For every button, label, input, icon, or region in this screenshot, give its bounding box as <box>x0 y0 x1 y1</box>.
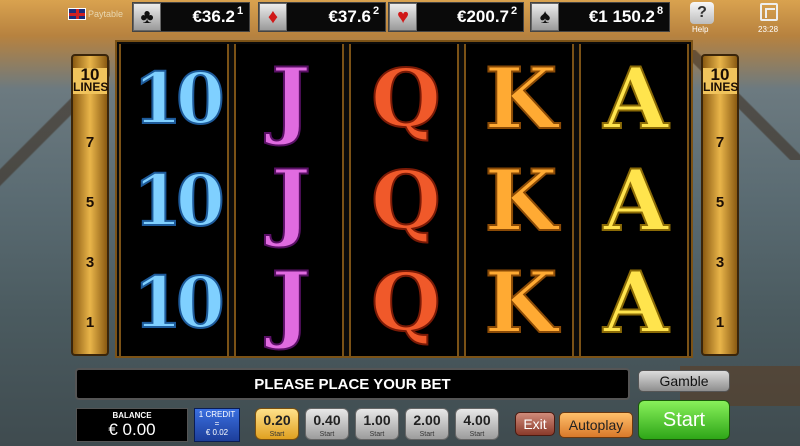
jackpot-amount: €1 150.2 <box>588 7 655 26</box>
jackpot-heart: ♥ €200.7 2 <box>388 2 524 32</box>
bet-button-2-00[interactable]: 2.00 Start <box>405 408 449 440</box>
club-icon: ♣ <box>133 3 161 31</box>
jackpot-level: 8 <box>657 5 664 17</box>
gamble-button[interactable]: Gamble <box>638 370 730 392</box>
symbol-ten: 10 <box>132 56 225 141</box>
reel-area: 10 10 10 J J J Q Q Q K K K A A A <box>115 40 693 358</box>
bet-button-0-20[interactable]: 0.20 Start <box>255 408 299 440</box>
payline-indicator-left: 10 LINES 7 5 3 1 <box>71 54 109 356</box>
reel-3: Q Q Q <box>349 44 459 356</box>
jackpot-diamond: ♦ €37.6 2 <box>258 2 386 32</box>
payline-number[interactable]: 5 <box>703 194 737 211</box>
clock: 23:28 <box>758 25 779 34</box>
payline-number[interactable]: 7 <box>73 134 107 151</box>
payline-number[interactable]: 3 <box>73 254 107 271</box>
jackpot-amount: €37.6 <box>328 7 371 26</box>
symbol-king: K <box>483 150 558 251</box>
jackpot-level: 2 <box>511 5 518 17</box>
jackpot-level: 2 <box>373 5 380 17</box>
balance-display: BALANCE € 0.00 <box>76 408 188 442</box>
top-bar: Paytable ♣ €36.2 1 ♦ €37.6 2 ♥ €200.7 2 … <box>0 0 800 34</box>
payline-number[interactable]: 1 <box>703 314 737 331</box>
payline-number[interactable]: 5 <box>73 194 107 211</box>
symbol-ace: A <box>602 150 669 251</box>
help-button[interactable]: ? <box>690 2 714 24</box>
symbol-queen: Q <box>370 50 442 146</box>
reel-4: K K K <box>464 44 574 356</box>
symbol-queen: Q <box>370 254 442 350</box>
payline-number[interactable]: 7 <box>703 134 737 151</box>
symbol-ace: A <box>602 252 669 353</box>
balance-value: € 0.00 <box>108 420 156 439</box>
symbol-queen: Q <box>370 152 442 248</box>
symbol-jack: J <box>270 48 312 149</box>
uk-flag-icon[interactable] <box>68 8 86 20</box>
heart-icon: ♥ <box>389 3 417 31</box>
jackpot-amount: €200.7 <box>457 7 509 26</box>
payline-indicator-right: 10 LINES 7 5 3 1 <box>701 54 739 356</box>
spade-icon: ♠ <box>531 3 559 31</box>
bet-button-4-00[interactable]: 4.00 Start <box>455 408 499 440</box>
payline-number[interactable]: 1 <box>73 314 107 331</box>
symbol-king: K <box>483 48 558 149</box>
help-label: Help <box>692 25 709 34</box>
symbol-ace: A <box>602 48 669 149</box>
jackpot-spade: ♠ €1 150.2 8 <box>530 2 670 32</box>
symbol-king: K <box>483 252 558 353</box>
start-button[interactable]: Start <box>638 400 730 440</box>
balance-label: BALANCE <box>112 411 152 420</box>
symbol-ten: 10 <box>132 260 225 345</box>
lines-badge[interactable]: 10 LINES <box>703 66 738 94</box>
reel-1: 10 10 10 <box>119 44 229 356</box>
autoplay-button[interactable]: Autoplay <box>559 412 633 438</box>
reel-2: J J J <box>234 44 344 356</box>
jackpot-club: ♣ €36.2 1 <box>132 2 250 32</box>
symbol-jack: J <box>270 150 312 251</box>
reel-5: A A A <box>579 44 689 356</box>
exit-button[interactable]: Exit <box>515 412 555 436</box>
paytable-link[interactable]: Paytable <box>88 9 123 19</box>
payline-number[interactable]: 3 <box>703 254 737 271</box>
symbol-ten: 10 <box>132 158 225 243</box>
jackpot-level: 1 <box>237 5 244 17</box>
status-message: PLEASE PLACE YOUR BET <box>75 368 630 400</box>
lines-badge[interactable]: 10 LINES <box>73 66 108 94</box>
credit-value-button[interactable]: 1 CREDIT = € 0.02 <box>194 408 240 442</box>
symbol-jack: J <box>270 252 312 353</box>
diamond-icon: ♦ <box>259 3 287 31</box>
bet-button-1-00[interactable]: 1.00 Start <box>355 408 399 440</box>
bet-button-0-40[interactable]: 0.40 Start <box>305 408 349 440</box>
jackpot-amount: €36.2 <box>192 7 235 26</box>
fullscreen-icon[interactable] <box>760 3 778 21</box>
